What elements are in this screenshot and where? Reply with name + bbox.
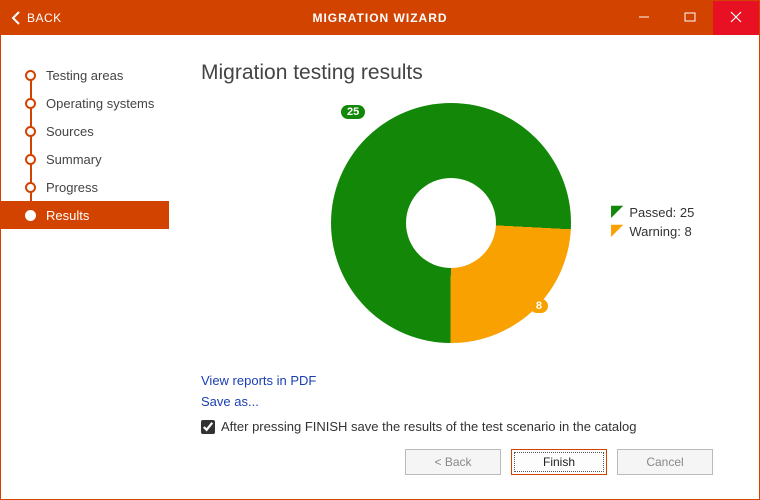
legend-passed-label: Passed: 25	[629, 205, 694, 220]
step-label: Testing areas	[46, 68, 123, 83]
view-reports-link[interactable]: View reports in PDF	[201, 373, 316, 388]
minimize-icon	[638, 11, 650, 23]
window-controls	[621, 1, 759, 35]
chart-legend: ◤ Passed: 25 ◤ Warning: 8	[611, 204, 694, 242]
donut-hole	[406, 178, 496, 268]
back-nav-button: < Back	[405, 449, 501, 475]
legend-warning-label: Warning: 8	[629, 224, 691, 239]
step-dot-icon	[25, 154, 36, 165]
minimize-button[interactable]	[621, 1, 667, 35]
maximize-button[interactable]	[667, 1, 713, 35]
close-icon	[730, 11, 742, 23]
step-summary[interactable]: Summary	[13, 145, 169, 173]
close-button[interactable]	[713, 1, 759, 35]
legend-swatch-warning-icon: ◤	[611, 223, 623, 239]
data-label-passed: 25	[341, 105, 365, 119]
step-dot-icon	[25, 210, 36, 221]
step-dot-icon	[25, 70, 36, 81]
step-label: Progress	[46, 180, 98, 195]
back-button[interactable]: BACK	[1, 11, 62, 25]
step-results[interactable]: Results	[1, 201, 169, 229]
sidebar: Testing areas Operating systems Sources …	[1, 35, 169, 499]
save-as-link[interactable]: Save as...	[201, 394, 259, 409]
legend-passed: ◤ Passed: 25	[611, 204, 694, 220]
step-sources[interactable]: Sources	[13, 117, 169, 145]
cancel-button: Cancel	[617, 449, 713, 475]
step-label: Sources	[46, 124, 94, 139]
legend-warning: ◤ Warning: 8	[611, 223, 694, 239]
body: Testing areas Operating systems Sources …	[1, 35, 759, 499]
main-panel: Migration testing results 25 8 ◤ Passed:…	[169, 35, 759, 499]
footer: < Back Finish Cancel	[201, 434, 735, 490]
legend-swatch-passed-icon: ◤	[611, 204, 623, 220]
save-catalog-label: After pressing FINISH save the results o…	[221, 419, 636, 434]
step-dot-icon	[25, 126, 36, 137]
save-catalog-checkbox-row[interactable]: After pressing FINISH save the results o…	[201, 419, 735, 434]
step-operating-systems[interactable]: Operating systems	[13, 89, 169, 117]
wizard-window: BACK MIGRATION WIZARD Testing areas Oper…	[0, 0, 760, 500]
titlebar: BACK MIGRATION WIZARD	[1, 1, 759, 35]
step-testing-areas[interactable]: Testing areas	[13, 61, 169, 89]
wizard-steps: Testing areas Operating systems Sources …	[13, 61, 169, 229]
links-section: View reports in PDF Save as... After pre…	[201, 373, 735, 434]
step-dot-icon	[25, 182, 36, 193]
back-label: BACK	[27, 11, 62, 25]
save-catalog-checkbox[interactable]	[201, 420, 215, 434]
chevron-left-icon	[11, 11, 21, 25]
step-label: Summary	[46, 152, 102, 167]
step-label: Operating systems	[46, 96, 154, 111]
donut-chart: 25 8	[331, 103, 571, 343]
data-label-warning: 8	[530, 299, 548, 313]
step-label: Results	[46, 208, 89, 223]
finish-button[interactable]: Finish	[511, 449, 607, 475]
step-progress[interactable]: Progress	[13, 173, 169, 201]
page-title: Migration testing results	[201, 61, 735, 85]
chart-area: 25 8 ◤ Passed: 25 ◤ Warning: 8	[331, 103, 735, 343]
step-dot-icon	[25, 98, 36, 109]
maximize-icon	[684, 11, 696, 23]
